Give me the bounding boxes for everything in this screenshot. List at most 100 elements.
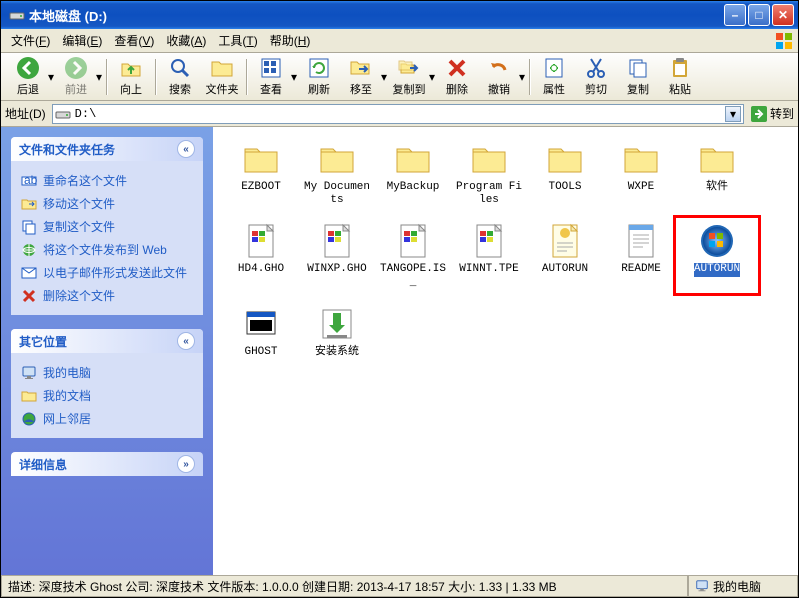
svg-text:ab: ab — [24, 173, 37, 187]
file-label: HD4.GHO — [238, 263, 284, 276]
properties-icon — [542, 56, 566, 80]
toolbar-paste-button[interactable]: 粘贴 — [659, 55, 701, 99]
file-item[interactable]: GHOST — [223, 304, 299, 359]
panel-item-mycomputer[interactable]: 我的电脑 — [21, 361, 193, 384]
mycomputer-icon — [695, 579, 709, 593]
file-label: MyBackup — [387, 181, 440, 194]
status-description: 描述: 深度技术 Ghost 公司: 深度技术 文件版本: 1.0.0.0 创建… — [1, 576, 688, 597]
copyto-icon — [397, 56, 421, 80]
toolbar-undo-dropdown[interactable]: ▾ — [518, 57, 526, 97]
file-item[interactable]: 软件 — [679, 139, 755, 207]
menu-item[interactable]: 收藏(A) — [160, 29, 212, 52]
address-combo[interactable]: ▾ — [52, 104, 744, 124]
file-item[interactable]: WINXP.GHO — [299, 221, 375, 289]
file-item[interactable]: Program Files — [451, 139, 527, 207]
toolbar-separator — [155, 59, 156, 95]
toolbar-copyto-button[interactable]: 复制到 — [388, 55, 430, 99]
places-panel-header[interactable]: 其它位置 « — [11, 329, 203, 353]
file-view[interactable]: EZBOOTMy DocumentsMyBackupProgram FilesT… — [213, 127, 798, 575]
file-item[interactable]: WXPE — [603, 139, 679, 207]
toolbar-copyto-dropdown[interactable]: ▾ — [428, 57, 436, 97]
go-button[interactable]: 转到 — [750, 105, 794, 123]
toolbar-undo-button[interactable]: 撤销 — [478, 55, 520, 99]
titlebar[interactable]: 本地磁盘 (D:) – □ ✕ — [1, 1, 798, 29]
toolbar-delete-button[interactable]: 删除 — [436, 55, 478, 99]
file-item[interactable]: WINNT.TPE — [451, 221, 527, 289]
file-label: TOOLS — [548, 181, 581, 194]
menu-item[interactable]: 工具(T) — [212, 29, 263, 52]
menu-item[interactable]: 编辑(E) — [56, 29, 108, 52]
panel-item-copy[interactable]: 复制这个文件 — [21, 215, 193, 238]
toolbar-back-dropdown[interactable]: ▾ — [47, 57, 55, 97]
toolbar-search-button[interactable]: 搜索 — [159, 55, 201, 99]
address-dropdown[interactable]: ▾ — [725, 106, 741, 122]
minimize-button[interactable]: – — [724, 4, 746, 26]
file-item[interactable]: TANGOPE.IS_ — [375, 221, 451, 289]
file-item[interactable]: README — [603, 221, 679, 289]
places-panel: 其它位置 « 我的电脑我的文档网上邻居 — [11, 329, 203, 438]
panel-item-web[interactable]: 将这个文件发布到 Web — [21, 238, 193, 261]
panel-title: 详细信息 — [19, 456, 67, 473]
rename-icon: ab — [21, 173, 37, 189]
toolbar-label: 刷新 — [308, 81, 330, 97]
file-label: 安装系统 — [315, 346, 359, 359]
file-item[interactable]: EZBOOT — [223, 139, 299, 207]
toolbar-up-button[interactable]: 向上 — [110, 55, 152, 99]
panel-item-label: 我的文档 — [43, 387, 91, 404]
toolbar-label: 向上 — [120, 81, 142, 97]
toolbar-views-button[interactable]: 查看 — [250, 55, 292, 99]
file-label: WXPE — [628, 181, 654, 194]
toolbar-folders-button[interactable]: 文件夹 — [201, 55, 243, 99]
file-label: WINXP.GHO — [307, 263, 366, 276]
panel-item-email[interactable]: 以电子邮件形式发送此文件 — [21, 261, 193, 284]
address-input[interactable] — [75, 107, 725, 121]
folder-icon — [621, 139, 661, 179]
file-label: Program Files — [453, 181, 525, 207]
addressbar: 地址(D) ▾ 转到 — [1, 101, 798, 127]
file-label: EZBOOT — [241, 181, 281, 194]
toolbar-forward-button: 前进 — [55, 55, 97, 99]
folder-icon — [469, 139, 509, 179]
file-item[interactable]: TOOLS — [527, 139, 603, 207]
folders-icon — [210, 56, 234, 80]
menu-item[interactable]: 查看(V) — [108, 29, 160, 52]
maximize-button[interactable]: □ — [748, 4, 770, 26]
toolbar-properties-button[interactable]: 属性 — [533, 55, 575, 99]
toolbar-copy-button[interactable]: 复制 — [617, 55, 659, 99]
toolbar-moveto-button[interactable]: 移至 — [340, 55, 382, 99]
details-panel: 详细信息 » — [11, 452, 203, 476]
toolbar-views-dropdown[interactable]: ▾ — [290, 57, 298, 97]
toolbar-cut-button[interactable]: 剪切 — [575, 55, 617, 99]
toolbar-refresh-button[interactable]: 刷新 — [298, 55, 340, 99]
toolbar-label: 后退 — [17, 81, 39, 97]
panel-item-network[interactable]: 网上邻居 — [21, 407, 193, 430]
menu-item[interactable]: 文件(F) — [5, 29, 56, 52]
menu-item[interactable]: 帮助(H) — [264, 29, 317, 52]
file-item[interactable]: HD4.GHO — [223, 221, 299, 289]
panel-item-delete[interactable]: 删除这个文件 — [21, 284, 193, 307]
file-item[interactable]: My Documents — [299, 139, 375, 207]
file-item[interactable]: MyBackup — [375, 139, 451, 207]
menubar: 文件(F)编辑(E)查看(V)收藏(A)工具(T)帮助(H) — [1, 29, 798, 53]
toolbar-separator — [529, 59, 530, 95]
file-item[interactable]: 安装系统 — [299, 304, 375, 359]
file-item[interactable]: AUTORUN — [527, 221, 603, 289]
file-item[interactable]: AUTORUN — [679, 221, 755, 289]
panel-item-label: 复制这个文件 — [43, 218, 115, 235]
forward-icon — [64, 56, 88, 80]
toolbar-moveto-dropdown[interactable]: ▾ — [380, 57, 388, 97]
close-button[interactable]: ✕ — [772, 4, 794, 26]
panel-item-label: 我的电脑 — [43, 364, 91, 381]
panel-item-mydocs[interactable]: 我的文档 — [21, 384, 193, 407]
paste-icon — [668, 56, 692, 80]
details-panel-header[interactable]: 详细信息 » — [11, 452, 203, 476]
panel-item-label: 移动这个文件 — [43, 195, 115, 212]
panel-item-label: 将这个文件发布到 Web — [43, 241, 167, 258]
panel-item-rename[interactable]: ab重命名这个文件 — [21, 169, 193, 192]
toolbar-label: 撤销 — [488, 81, 510, 97]
folder-icon — [697, 139, 737, 179]
tasks-panel-header[interactable]: 文件和文件夹任务 « — [11, 137, 203, 161]
toolbar-back-button[interactable]: 后退 — [7, 55, 49, 99]
panel-item-move[interactable]: 移动这个文件 — [21, 192, 193, 215]
toolbar-label: 复制 — [627, 81, 649, 97]
